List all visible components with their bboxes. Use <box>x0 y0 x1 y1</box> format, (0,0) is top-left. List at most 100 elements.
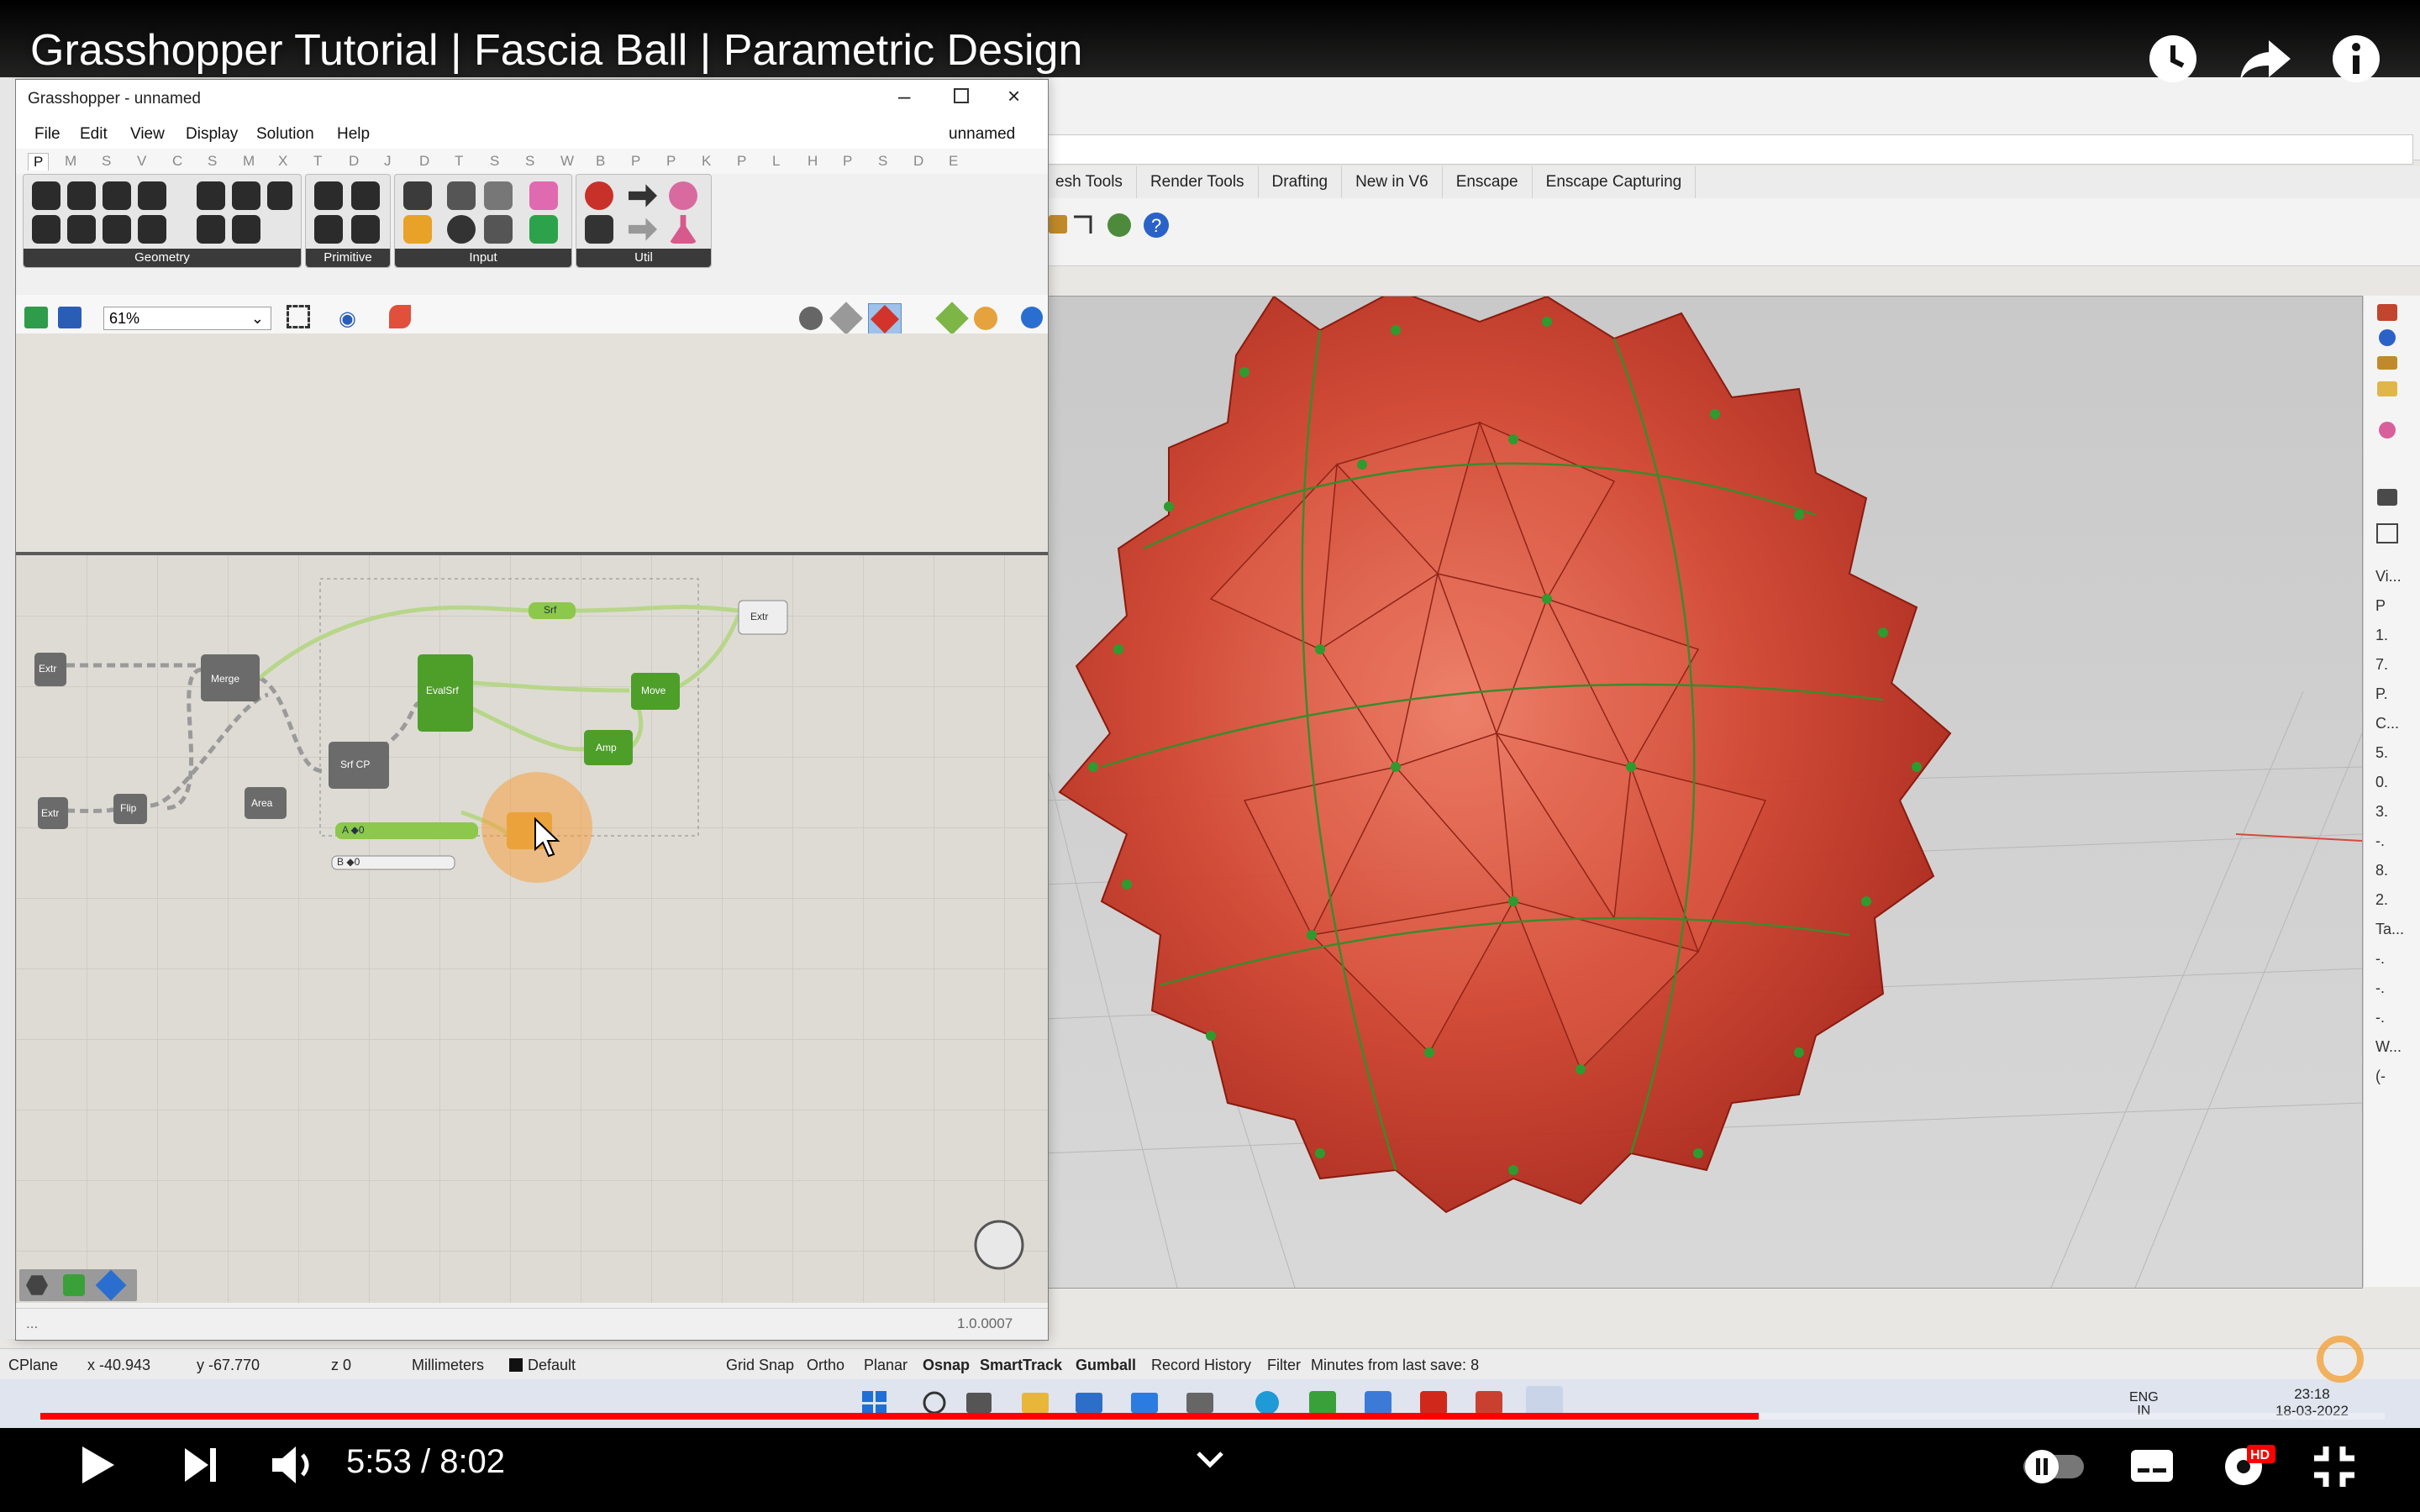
share-icon[interactable] <box>2238 32 2292 86</box>
param-icon[interactable] <box>103 181 131 210</box>
ortho-toggle[interactable]: Ortho <box>807 1357 844 1374</box>
param-icon[interactable] <box>351 181 380 210</box>
param-icon[interactable] <box>267 181 292 210</box>
minimize-icon[interactable]: – <box>898 83 910 109</box>
slider-label[interactable]: A ◆0 <box>342 824 365 836</box>
tab-intersect[interactable]: X <box>278 153 287 170</box>
zoom-select[interactable]: 61% ⌄ <box>103 307 271 330</box>
open-file-icon[interactable] <box>24 307 48 328</box>
gh-title-bar[interactable]: Grasshopper - unnamed – × <box>16 80 1048 118</box>
param-icon[interactable] <box>314 181 343 210</box>
cluster-icon[interactable] <box>95 1269 127 1301</box>
save-file-icon[interactable] <box>58 307 82 328</box>
menu-file[interactable]: File <box>34 125 60 144</box>
watch-later-icon[interactable] <box>2146 32 2200 86</box>
preview-eye-icon[interactable]: ◉ <box>339 307 356 331</box>
cplane-label[interactable]: CPlane <box>8 1357 58 1374</box>
wireframe-icon[interactable] <box>829 302 863 335</box>
tab-k[interactable]: K <box>702 153 711 170</box>
document-name[interactable]: unnamed <box>949 125 1015 144</box>
panel-icons[interactable] <box>2374 304 2407 556</box>
component-icon[interactable] <box>26 1275 48 1295</box>
tree-icon[interactable] <box>585 215 613 244</box>
input-icon[interactable] <box>484 181 513 210</box>
tab-display[interactable]: D <box>349 153 359 170</box>
tab-j[interactable]: J <box>384 153 392 170</box>
param-icon[interactable] <box>232 215 260 244</box>
gh-canvas[interactable]: Extr Merge Extr Flip Area Srf CP EvalSrf… <box>16 333 1048 1303</box>
gumball-toggle[interactable]: Gumball <box>1076 1357 1136 1374</box>
tab-mesh[interactable]: M <box>243 153 255 170</box>
preview-settings-icon[interactable] <box>1021 307 1043 328</box>
list-icon[interactable] <box>484 215 513 244</box>
rhino-viewport[interactable] <box>1042 296 2363 1289</box>
smarttrack-toggle[interactable]: SmartTrack <box>980 1357 1062 1374</box>
relay-icon[interactable] <box>629 218 657 241</box>
chevron-down-icon[interactable] <box>1193 1446 1227 1472</box>
tab-e[interactable]: E <box>949 153 958 170</box>
input-icon[interactable] <box>447 181 476 210</box>
param-icon[interactable] <box>103 215 131 244</box>
tab-params[interactable]: P <box>28 153 50 171</box>
tab-curve[interactable]: C <box>172 153 182 170</box>
tab-d2[interactable]: D <box>913 153 923 170</box>
menu-view[interactable]: View <box>130 125 165 144</box>
flask-icon[interactable] <box>669 215 697 244</box>
video-frame[interactable]: esh Tools Render Tools Drafting New in V… <box>0 0 2420 1428</box>
tab-h[interactable]: H <box>808 153 818 170</box>
tab-vector[interactable]: V <box>137 153 146 170</box>
rhino-tab[interactable]: New in V6 <box>1342 166 1443 198</box>
planar-toggle[interactable]: Planar <box>864 1357 908 1374</box>
rhino-tab[interactable]: Enscape <box>1443 166 1533 198</box>
param-icon[interactable] <box>138 215 166 244</box>
shaded-toggle[interactable] <box>868 303 902 335</box>
subtitles-icon[interactable] <box>2129 1446 2175 1485</box>
menu-help[interactable]: Help <box>337 125 370 144</box>
param-icon[interactable] <box>197 215 225 244</box>
tab-s3[interactable]: S <box>878 153 887 170</box>
tab-s[interactable]: S <box>490 153 499 170</box>
relay-icon[interactable] <box>629 184 657 207</box>
volume-icon[interactable] <box>267 1441 319 1488</box>
material-icon[interactable] <box>974 307 997 330</box>
tab-p3[interactable]: P <box>737 153 746 170</box>
tab-transform[interactable]: T <box>313 153 322 170</box>
tab-d[interactable]: D <box>419 153 429 170</box>
param-icon[interactable] <box>232 181 260 210</box>
tab-l[interactable]: L <box>772 153 780 170</box>
param-icon[interactable] <box>138 181 166 210</box>
layer-label[interactable]: Default <box>528 1357 576 1374</box>
tab-s2[interactable]: S <box>525 153 534 170</box>
tab-b[interactable]: B <box>596 153 605 170</box>
sketch-icon[interactable] <box>389 305 411 328</box>
rhino-command-line[interactable] <box>1042 134 2413 165</box>
record-history-toggle[interactable]: Record History <box>1151 1357 1251 1374</box>
selected-only-icon[interactable] <box>935 302 969 335</box>
tab-sets[interactable]: S <box>102 153 111 170</box>
units-label[interactable]: Millimeters <box>412 1357 484 1374</box>
tab-surface[interactable]: S <box>208 153 217 170</box>
input-icon[interactable] <box>529 215 558 244</box>
osnap-toggle[interactable]: Osnap <box>923 1357 970 1374</box>
util-icon[interactable] <box>669 181 697 210</box>
tab-p[interactable]: P <box>631 153 640 170</box>
tab-p2[interactable]: P <box>666 153 676 170</box>
param-icon[interactable] <box>32 215 60 244</box>
menu-solution[interactable]: Solution <box>256 125 314 144</box>
menu-display[interactable]: Display <box>186 125 238 144</box>
video-title[interactable]: Grasshopper Tutorial | Fascia Ball | Par… <box>30 25 1082 76</box>
tab-maths[interactable]: M <box>65 153 76 170</box>
panel-input-icon[interactable] <box>403 181 432 210</box>
input-icon[interactable] <box>403 215 432 244</box>
slider-label[interactable]: B ◆0 <box>337 856 360 868</box>
rhino-tab[interactable]: Drafting <box>1259 166 1343 198</box>
group-icon[interactable] <box>63 1274 85 1296</box>
gradient-icon[interactable] <box>529 181 558 210</box>
rhino-tool-icons[interactable]: ? <box>1049 205 1217 255</box>
input-icon[interactable] <box>447 215 476 244</box>
play-icon[interactable] <box>72 1441 119 1488</box>
zoom-extents-icon[interactable] <box>287 305 310 328</box>
param-icon[interactable] <box>351 215 380 244</box>
filter-toggle[interactable]: Filter <box>1267 1357 1301 1374</box>
info-icon[interactable] <box>2329 32 2383 86</box>
